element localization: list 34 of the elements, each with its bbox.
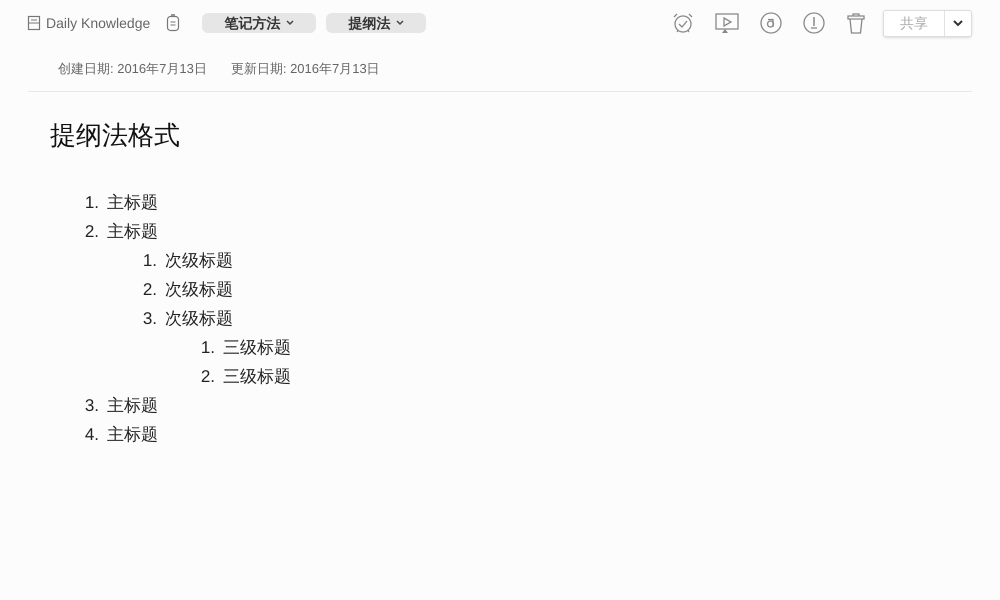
date-label: 创建日期: 2016年7月13日 <box>58 60 207 78</box>
presentation-icon[interactable] <box>714 11 740 35</box>
list-number: 3. <box>142 308 158 330</box>
list-item-text: 三级标题 <box>223 366 291 388</box>
list-number: 1. <box>200 336 216 359</box>
caret-icon <box>286 20 294 26</box>
info-icon[interactable] <box>802 11 826 35</box>
list-number: 1. <box>142 250 158 272</box>
trash-icon[interactable] <box>845 11 867 35</box>
caret-icon <box>396 20 404 26</box>
list-item-text: 三级标题 <box>223 336 291 359</box>
alarm-clock-icon[interactable] <box>671 11 695 35</box>
note-info-icon[interactable] <box>166 14 180 32</box>
list-item-text: 主标题 <box>107 394 158 417</box>
date-label: 更新日期: 2016年7月13日 <box>230 60 380 78</box>
list-item-text: 次级标题 <box>165 250 233 272</box>
notebook-name[interactable]: Daily Knowledge <box>46 12 150 34</box>
list-item-text: 主标题 <box>107 220 158 243</box>
list-item-text: 次级标题 <box>165 278 233 301</box>
list-item-text: 主标题 <box>107 424 158 446</box>
notebook-icon <box>27 15 41 31</box>
list-item-text: 次级标题 <box>165 308 233 330</box>
list-number: 2. <box>200 366 216 388</box>
tag-chip[interactable]: 笔记方法 <box>202 13 316 33</box>
list-item-text: 主标题 <box>107 192 158 214</box>
at-sign-icon[interactable] <box>759 11 783 35</box>
note-title: 提纲法格式 <box>50 119 181 152</box>
list-number: 2. <box>142 278 158 301</box>
list-number: 4. <box>84 424 100 446</box>
list-number: 2. <box>84 220 100 243</box>
tag-chip[interactable]: 提纲法 <box>326 13 426 33</box>
list-number: 1. <box>84 192 100 214</box>
list-number: 3. <box>84 394 100 417</box>
chevron-down-icon <box>953 20 963 26</box>
